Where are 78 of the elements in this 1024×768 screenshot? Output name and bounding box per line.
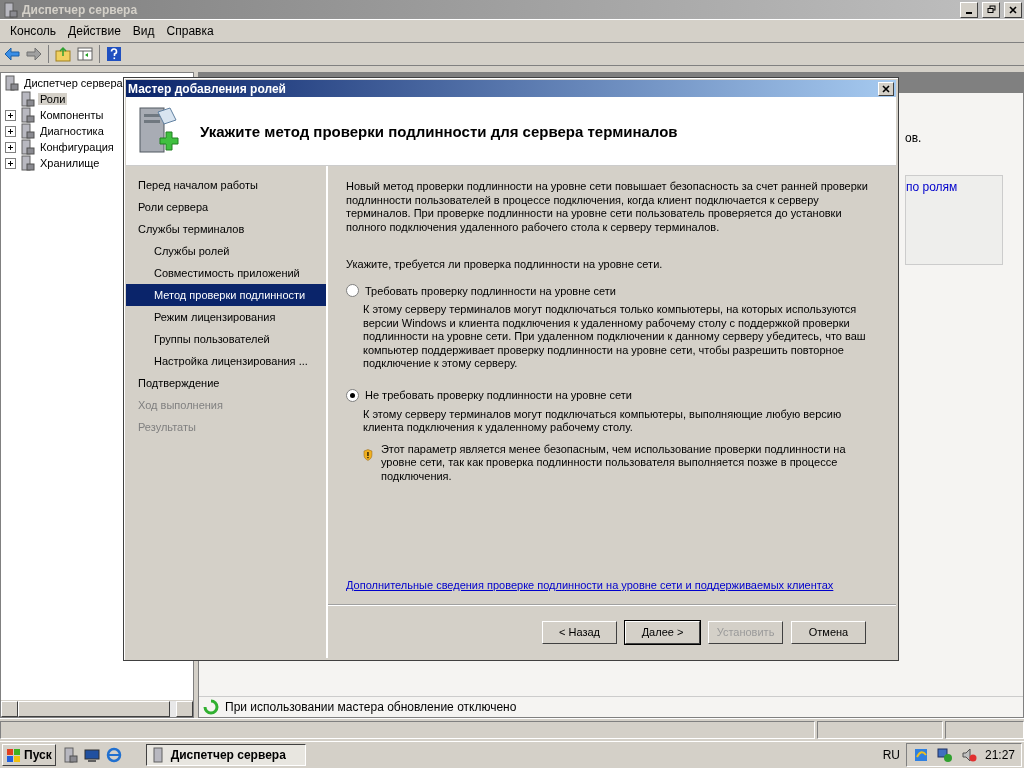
wizard-step[interactable]: Роли сервера xyxy=(126,196,326,218)
intro-text: Новый метод проверки подлинности на уровне сети повышает безопасность за счет ранней проверки подлинности пользователей в процессе подключения, когда клиент подключается к серверу терминалов. При проверке подлинности на уровне сети пользователь проверяется до установки полного подключения удаленного рабочего стола к серверу терминалов. xyxy=(346,180,869,234)
roles-link[interactable]: по ролям xyxy=(906,180,958,194)
muted-speaker-icon xyxy=(960,747,977,763)
scroll-right-button[interactable] xyxy=(176,701,193,717)
pane-text: ов. xyxy=(905,131,923,145)
tree-item[interactable]: Конфигурация xyxy=(38,141,116,153)
tree-item[interactable]: Диагностика xyxy=(38,125,106,137)
server-icon xyxy=(3,75,19,91)
close-button[interactable] xyxy=(1004,1,1022,18)
server-icon xyxy=(19,91,35,107)
status-text: При использовании мастера обновление отключено xyxy=(225,700,517,714)
taskbar-button[interactable]: Диспетчер сервера xyxy=(145,744,306,766)
close-button[interactable] xyxy=(878,81,894,96)
menu-item[interactable]: Справка xyxy=(160,24,220,38)
restore-icon xyxy=(986,5,996,14)
menu-item[interactable]: Вид xyxy=(126,24,161,38)
back-arrow-icon xyxy=(4,46,20,62)
question-text: Укажите, требуется ли проверка подлинности на уровне сети. xyxy=(346,258,664,270)
menu-item[interactable]: Действие xyxy=(62,24,127,38)
expand-icon[interactable] xyxy=(5,141,16,153)
console-tree-icon xyxy=(77,46,93,62)
scroll-left-button[interactable] xyxy=(1,701,18,717)
wizard-button[interactable]: Далее > xyxy=(625,620,700,644)
wizard-step[interactable]: Подтверждение xyxy=(126,372,326,394)
forward-arrow-icon xyxy=(26,46,42,62)
clock: 21:27 xyxy=(984,748,1015,762)
tree-item[interactable]: Диспетчер сервера xyxy=(22,77,125,89)
wizard-step[interactable]: Службы ролей xyxy=(126,240,326,262)
close-icon xyxy=(1009,5,1017,14)
server-icon xyxy=(2,1,18,18)
dialog-title: Мастер добавления ролей xyxy=(128,81,287,96)
minimize-icon xyxy=(966,11,972,14)
scroll-thumb[interactable] xyxy=(18,701,170,717)
wizard-button[interactable]: Отмена xyxy=(791,620,866,644)
wizard-step[interactable]: Настройка лицензирования ... xyxy=(126,350,326,372)
wizard-step[interactable]: Службы терминалов xyxy=(126,218,326,240)
wizard-button[interactable]: < Назад xyxy=(542,620,617,644)
server-icon xyxy=(61,747,78,763)
restore-button[interactable] xyxy=(982,1,1000,18)
server-icon xyxy=(19,107,35,123)
wizard-step[interactable]: Совместимость приложений xyxy=(126,262,326,284)
server-icon xyxy=(19,155,35,171)
update-icon xyxy=(912,747,929,763)
minimize-button[interactable] xyxy=(960,1,978,18)
option-description: К этому серверу терминалов могут подключаться только компьютеры, на которых используются версии Windows и клиента подключения к удаленному рабочему столу с поддержкой проверки подлинности на уровне сети. При удаленном подключении к данному серверу убедитесь, что ваш компьютер поддерживает проверку подлинности на уровне сети, чтобы разрешить повторное подключение к этому серверу. xyxy=(363,303,867,371)
windows-logo xyxy=(6,747,22,763)
radio-button[interactable] xyxy=(346,284,359,297)
tree-item[interactable]: Компоненты xyxy=(38,109,106,121)
window-title: Диспетчер сервера xyxy=(22,2,139,17)
expand-icon[interactable] xyxy=(5,157,16,169)
expand-icon[interactable] xyxy=(5,109,16,121)
language-indicator[interactable]: RU xyxy=(882,748,900,762)
start-button[interactable]: Пуск xyxy=(2,744,56,766)
wizard-step[interactable]: Перед началом работы xyxy=(126,174,326,196)
radio-button[interactable] xyxy=(346,388,359,402)
warning-text: Этот параметр является менее безопасным, чем использование проверки подлинности на уровне сети, так как проверка подлинности пользователя выполняется позже в процессе подключения. xyxy=(380,442,847,483)
server-icon xyxy=(19,139,35,155)
more-info-link[interactable]: Дополнительные сведения проверке подлинности на уровне сети и поддерживаемых клиентах xyxy=(346,579,876,591)
folder-up-icon xyxy=(55,46,71,62)
wizard-step[interactable]: Группы пользователей xyxy=(126,328,326,350)
wizard-step[interactable]: Метод проверки подлинности xyxy=(126,284,326,306)
tree-item[interactable]: Роли xyxy=(38,93,68,105)
radio-label[interactable]: Не требовать проверку подлинности на уровне сети xyxy=(365,389,632,401)
refresh-icon xyxy=(203,699,219,715)
expand-icon[interactable] xyxy=(5,125,16,137)
radio-label[interactable]: Требовать проверку подлинности на уровне сети xyxy=(365,284,616,297)
wizard-heading: Укажите метод проверки подлинности для сервера терминалов xyxy=(200,122,678,140)
close-icon xyxy=(882,84,890,93)
wizard-step[interactable]: Режим лицензирования xyxy=(126,306,326,328)
menu-item[interactable]: Консоль xyxy=(4,24,63,38)
tree-item[interactable]: Хранилище xyxy=(38,157,102,169)
server-icon xyxy=(19,123,35,139)
monitor-icon xyxy=(83,747,100,763)
option-description: К этому серверу терминалов могут подключаться компьютеры, выполняющие любую версию клиента подключения к удаленному рабочему столу. xyxy=(363,407,843,435)
network-icon xyxy=(936,747,953,763)
help-icon xyxy=(106,46,122,62)
browser-icon xyxy=(105,747,122,763)
